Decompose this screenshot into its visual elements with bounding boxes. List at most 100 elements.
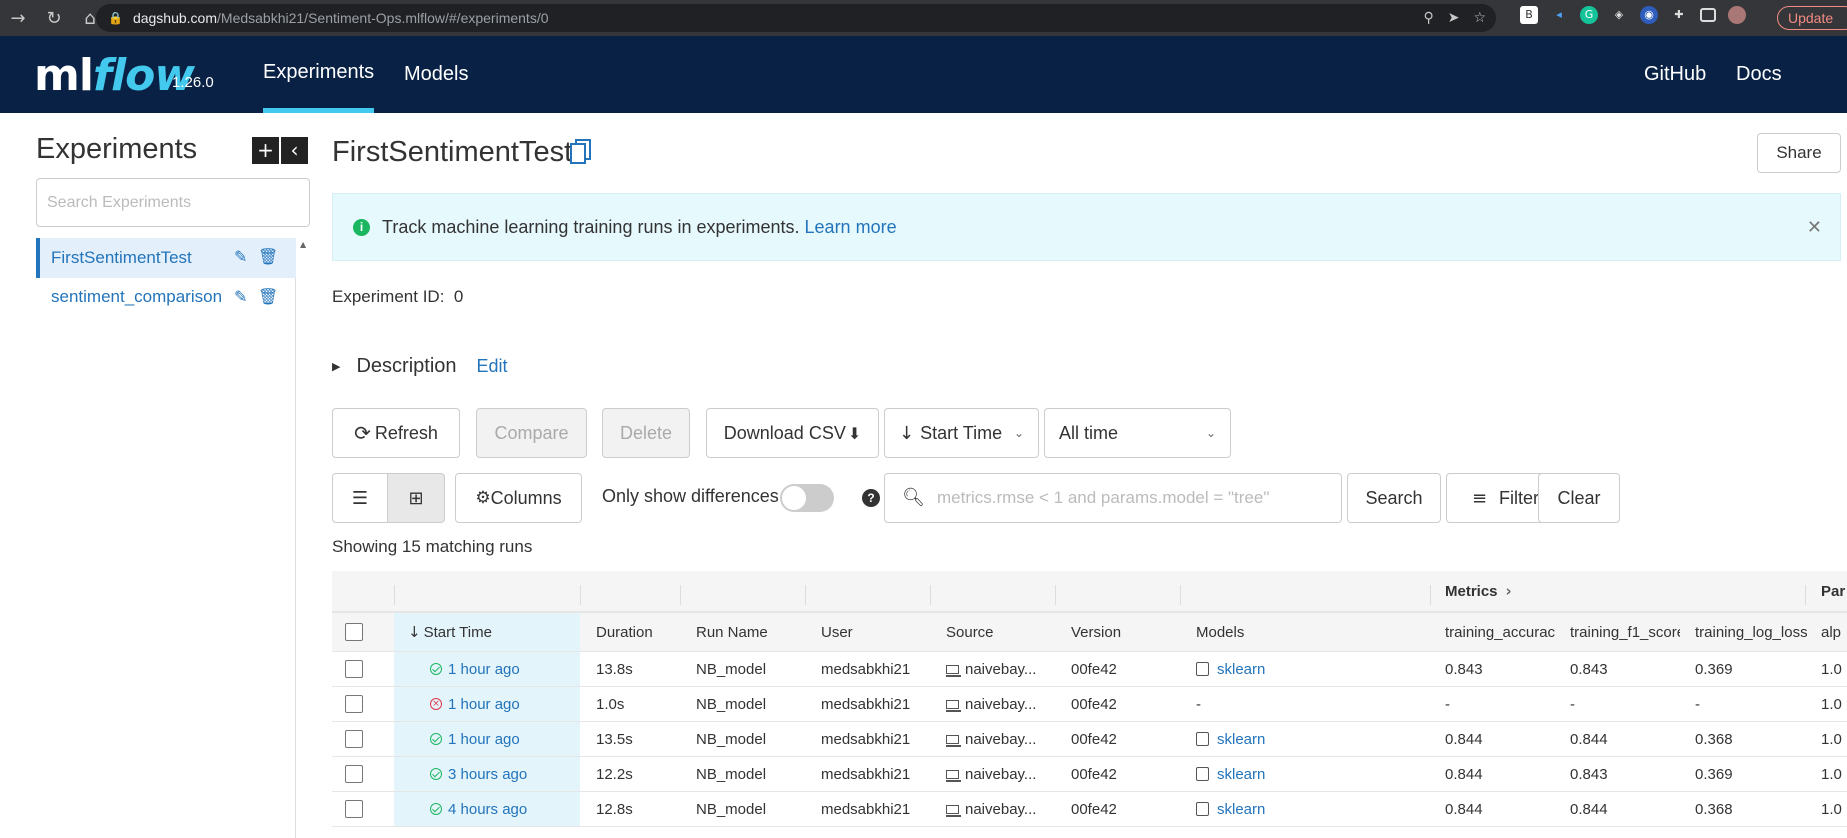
- edit-pencil-icon[interactable]: ✎: [234, 247, 247, 266]
- table-view-button[interactable]: ⊞: [387, 473, 445, 523]
- source-cell[interactable]: naivebay...: [946, 792, 1036, 826]
- mlflow-logo[interactable]: mlflow: [34, 50, 195, 101]
- description-label[interactable]: Description: [356, 355, 456, 378]
- forward-icon[interactable]: →: [4, 8, 32, 29]
- column-alpha[interactable]: alp: [1821, 613, 1841, 651]
- refresh-button[interactable]: ⟳ Refresh: [332, 408, 460, 458]
- models-cell[interactable]: sklearn: [1196, 652, 1265, 686]
- extension-shield-icon[interactable]: ◉: [1640, 6, 1658, 24]
- edit-pencil-icon[interactable]: ✎: [234, 287, 247, 306]
- run-link[interactable]: 3 hours ago: [448, 766, 527, 783]
- source-cell[interactable]: naivebay...: [946, 687, 1036, 721]
- send-icon[interactable]: ➤: [1448, 10, 1460, 26]
- experiment-list: FirstSentimentTest ✎ 🗑 sentiment_compari…: [36, 238, 296, 838]
- source-label: naivebay...: [965, 730, 1037, 748]
- puzzle-icon[interactable]: ✚: [1670, 6, 1688, 24]
- column-run-name[interactable]: Run Name: [696, 613, 768, 651]
- source-cell[interactable]: naivebay...: [946, 757, 1036, 791]
- trash-icon[interactable]: 🗑: [258, 247, 278, 266]
- table-row[interactable]: × 1 hour ago 1.0s NB_model medsabkhi21 00fe42…: [332, 687, 1847, 722]
- copy-icon[interactable]: [570, 139, 592, 165]
- metrics-group-header[interactable]: Metrics ›: [1445, 571, 1512, 611]
- model-link[interactable]: sklearn: [1217, 661, 1265, 678]
- model-link[interactable]: sklearn: [1217, 766, 1265, 783]
- update-button[interactable]: Update: [1777, 6, 1847, 30]
- run-link[interactable]: 1 hour ago: [448, 731, 520, 748]
- column-training-log-loss[interactable]: training_log_loss: [1695, 613, 1807, 651]
- star-icon[interactable]: ☆: [1473, 10, 1486, 26]
- table-row[interactable]: 1 hour ago 13.5s NB_model medsabkhi21 00fe42…: [332, 722, 1847, 757]
- nav-github[interactable]: GitHub: [1644, 36, 1706, 113]
- experiment-item-sentiment-comparison[interactable]: sentiment_comparison: [36, 277, 296, 317]
- model-link[interactable]: sklearn: [1217, 731, 1265, 748]
- cell-user: medsabkhi21: [821, 800, 911, 818]
- chevron-down-icon: ⌄: [1205, 426, 1216, 440]
- column-user[interactable]: User: [821, 613, 853, 651]
- cell-version: 00fe42: [1071, 800, 1117, 818]
- row-checkbox[interactable]: [345, 652, 363, 686]
- extension-b-icon[interactable]: B: [1520, 6, 1538, 24]
- table-row[interactable]: 3 hours ago 12.2s NB_model medsabkhi21 00fe4…: [332, 757, 1847, 792]
- profile-avatar-icon[interactable]: [1728, 6, 1746, 24]
- edit-description-link[interactable]: Edit: [477, 356, 508, 377]
- column-start-time[interactable]: ↓ Start Time: [394, 613, 580, 651]
- list-view-button[interactable]: ☰: [332, 473, 388, 523]
- trash-icon[interactable]: 🗑: [258, 287, 278, 306]
- help-icon[interactable]: ?: [862, 489, 880, 507]
- run-link[interactable]: 4 hours ago: [448, 801, 527, 818]
- sidepanel-icon[interactable]: [1700, 8, 1716, 22]
- download-csv-button[interactable]: Download CSV ⬇: [706, 408, 879, 458]
- columns-button[interactable]: ⚙ Columns: [455, 473, 582, 523]
- model-link[interactable]: sklearn: [1217, 801, 1265, 818]
- grammarly-icon[interactable]: G: [1580, 6, 1598, 24]
- table-row[interactable]: 4 hours ago 12.8s NB_model medsabkhi21 00fe4…: [332, 792, 1847, 827]
- delete-button[interactable]: Delete: [602, 408, 690, 458]
- only-differences-toggle[interactable]: [780, 484, 834, 512]
- extension-cube-icon[interactable]: ◈: [1610, 6, 1628, 24]
- nav-docs[interactable]: Docs: [1736, 36, 1782, 113]
- learn-more-link[interactable]: Learn more: [805, 217, 897, 238]
- column-training-f1-score[interactable]: training_f1_score: [1570, 613, 1680, 651]
- run-link[interactable]: 1 hour ago: [448, 696, 520, 713]
- runs-search-input[interactable]: [884, 473, 1342, 523]
- start-time-cell: 1 hour ago: [394, 652, 580, 686]
- row-checkbox[interactable]: [345, 687, 363, 721]
- models-cell[interactable]: sklearn: [1196, 757, 1265, 791]
- column-models[interactable]: Models: [1196, 613, 1244, 651]
- select-all-checkbox[interactable]: [345, 613, 363, 651]
- nav-models[interactable]: Models: [404, 36, 468, 113]
- time-range-select[interactable]: All time ⌄: [1044, 408, 1231, 458]
- collapse-sidebar-button[interactable]: ‹: [281, 137, 308, 164]
- nav-experiments[interactable]: Experiments: [263, 36, 375, 113]
- search-button[interactable]: Search: [1347, 473, 1441, 523]
- row-checkbox[interactable]: [345, 757, 363, 791]
- caret-right-icon[interactable]: ▶: [332, 360, 340, 373]
- column-duration[interactable]: Duration: [596, 613, 653, 651]
- extension-sound-icon[interactable]: ◂: [1550, 6, 1568, 24]
- zoom-icon[interactable]: ⚲: [1423, 10, 1433, 26]
- cell-run: NB_model: [696, 660, 767, 678]
- models-cell[interactable]: sklearn: [1196, 722, 1265, 756]
- add-experiment-button[interactable]: +: [252, 137, 279, 164]
- source-cell[interactable]: naivebay...: [946, 652, 1036, 686]
- clear-button[interactable]: Clear: [1538, 473, 1620, 523]
- close-icon[interactable]: ✕: [1807, 217, 1822, 238]
- sort-select[interactable]: ↓ Start Time ⌄: [884, 408, 1039, 458]
- models-cell[interactable]: sklearn: [1196, 792, 1265, 826]
- address-bar[interactable]: 🔒 dagshub.com /Medsabkhi21/Sentiment-Ops…: [96, 4, 1496, 32]
- source-cell[interactable]: naivebay...: [946, 722, 1036, 756]
- share-button[interactable]: Share: [1757, 133, 1841, 173]
- search-experiments-input[interactable]: [36, 178, 310, 227]
- column-training-accuracy[interactable]: training_accuracy: [1445, 613, 1555, 651]
- column-version[interactable]: Version: [1071, 613, 1121, 651]
- run-link[interactable]: 1 hour ago: [448, 661, 520, 678]
- experiment-item-firstsentimenttest[interactable]: FirstSentimentTest: [36, 238, 296, 278]
- table-row[interactable]: 1 hour ago 13.8s NB_model medsabkhi21 00fe42…: [332, 652, 1847, 687]
- reload-icon[interactable]: ↻: [40, 8, 68, 29]
- scroll-up-arrow-icon[interactable]: ▲: [300, 240, 306, 249]
- row-checkbox[interactable]: [345, 792, 363, 826]
- column-source[interactable]: Source: [946, 613, 994, 651]
- source-label: naivebay...: [965, 660, 1037, 678]
- row-checkbox[interactable]: [345, 722, 363, 756]
- compare-button[interactable]: Compare: [476, 408, 587, 458]
